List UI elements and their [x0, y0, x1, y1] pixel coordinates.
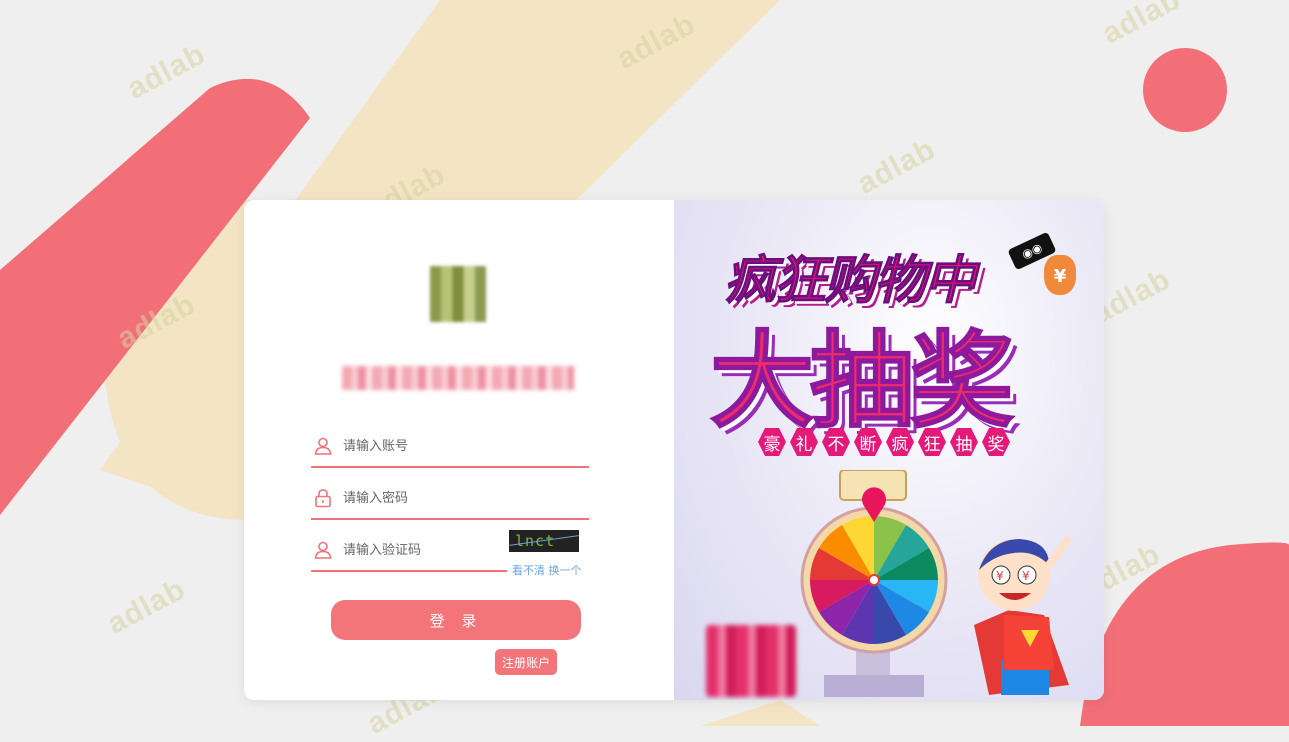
register-button[interactable]: 注册账户: [495, 649, 557, 675]
site-logo-icon: [430, 266, 486, 322]
prize-wheel-illustration: [800, 470, 948, 697]
captcha-image[interactable]: lnct: [509, 530, 579, 552]
promo-banner: ◉◉ ¥ 疯狂购物中 大抽奖 豪 礼 不 断 疯 狂 抽 奖 ¥ ¥: [674, 200, 1104, 700]
promo-subtitle-char: 抽: [950, 428, 978, 456]
promo-subtitle-char: 奖: [982, 428, 1010, 456]
captcha-refresh-link[interactable]: 看不清 换一个: [512, 562, 582, 578]
blurred-brand-graphic: [706, 625, 796, 697]
promo-subtitle-char: 狂: [918, 428, 946, 456]
account-input[interactable]: [341, 437, 505, 455]
account-field: [311, 426, 589, 468]
svg-text:¥: ¥: [996, 569, 1004, 583]
login-panel: lnct 看不清 换一个 登 录 注册账户: [244, 200, 674, 700]
user-icon: [314, 541, 332, 559]
svg-text:¥: ¥: [1022, 569, 1030, 583]
cartoon-character-illustration: ¥ ¥: [974, 536, 1071, 695]
promo-subtitle-char: 豪: [758, 428, 786, 456]
money-bag-icon: ¥: [1044, 255, 1076, 295]
password-input[interactable]: [341, 489, 505, 507]
login-button[interactable]: 登 录: [331, 600, 581, 640]
promo-subtitle: 豪 礼 不 断 疯 狂 抽 奖: [758, 428, 1010, 456]
promo-subtitle-char: 疯: [886, 428, 914, 456]
promo-subtitle-char: 不: [822, 428, 850, 456]
password-field: [311, 478, 589, 520]
user-icon: [314, 437, 332, 455]
login-card: lnct 看不清 换一个 登 录 注册账户 ◉◉ ¥ 疯狂购物中 大抽奖 豪 礼…: [244, 200, 1104, 700]
promo-subtitle-char: 断: [854, 428, 882, 456]
lock-icon: [315, 489, 331, 508]
site-title: [342, 366, 574, 390]
promo-subtitle-char: 礼: [790, 428, 818, 456]
captcha-field: [311, 530, 507, 572]
captcha-input[interactable]: [341, 541, 485, 559]
promo-headline-line2: 大抽奖: [709, 319, 1015, 443]
